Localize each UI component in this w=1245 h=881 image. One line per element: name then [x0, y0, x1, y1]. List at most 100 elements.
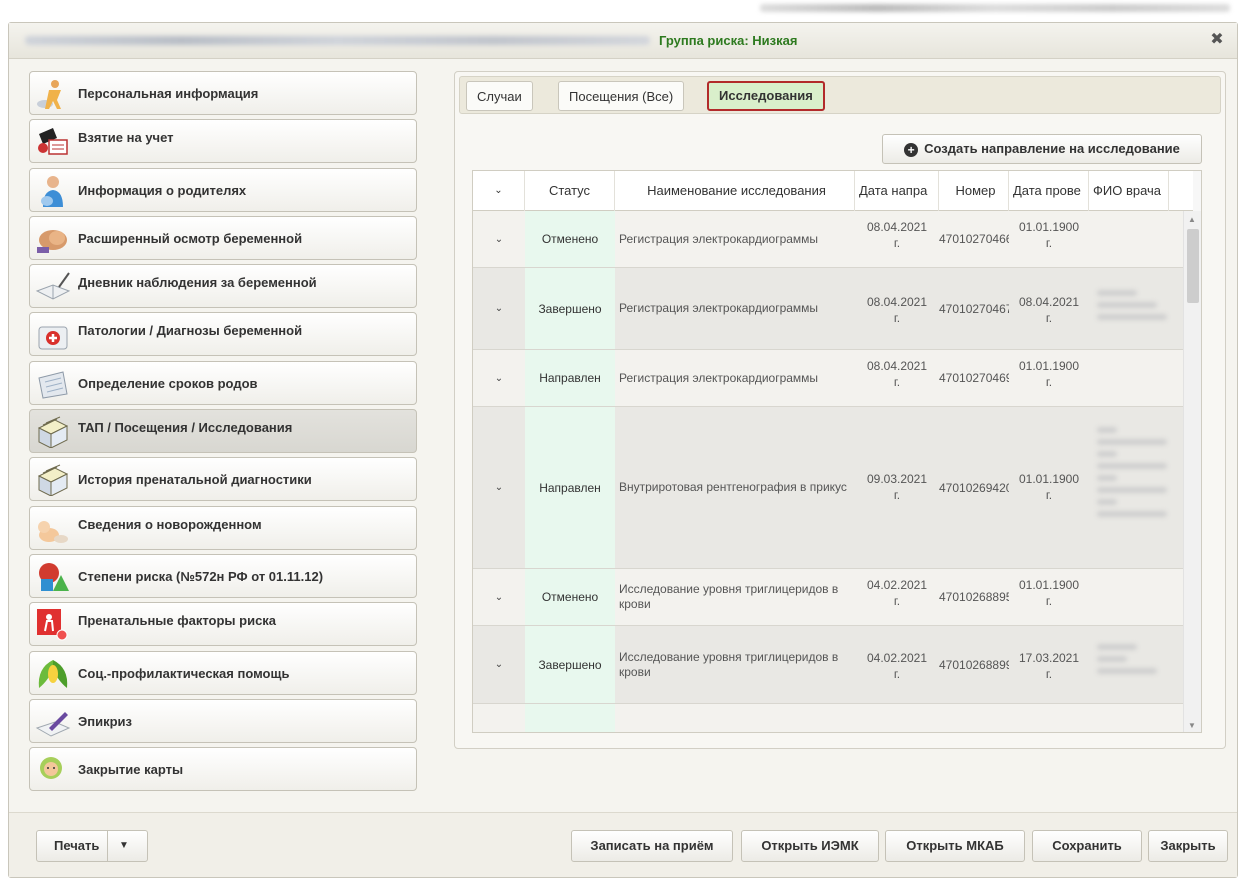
row-date-sent-suffix: г.	[893, 594, 901, 608]
tab-cases[interactable]: Случаи	[466, 81, 533, 111]
menu-item-close-card[interactable]: Закрытие карты	[29, 747, 417, 792]
pregnancy-card-dialog: Группа риска: Низкая ✖ Персональная инфо…	[8, 22, 1238, 878]
person-walking-icon	[37, 80, 61, 109]
menu-item-label: Расширенный осмотр беременной	[78, 230, 303, 246]
scroll-up-icon[interactable]: ▲	[1188, 215, 1196, 224]
menu-item-parents-info[interactable]: Информация о родителях	[29, 167, 417, 212]
menu-item-prenatal-risk-factors[interactable]: Пренатальные факторы риска	[29, 602, 417, 647]
create-research-referral-label: Создать направление на исследование	[924, 141, 1180, 156]
row-date-done-value: 01.01.1900	[1018, 220, 1080, 234]
menu-item-social-help[interactable]: Соц.-профилактическая помощь	[29, 650, 417, 695]
menu-item-label: Информация о родителях	[78, 182, 247, 198]
menu-item-pathologies[interactable]: Патологии / Диагнозы беременной	[29, 312, 417, 357]
expand-all-icon[interactable]: ⌄	[473, 171, 525, 211]
expand-row-icon[interactable]: ⌄	[473, 268, 525, 349]
menu-item-risk-degrees[interactable]: Степени риска (№572н РФ от 01.11.12)	[29, 553, 417, 598]
menu-item-label: Персональная информация	[78, 86, 259, 101]
row-date-done: 01.01.1900 г.	[1009, 350, 1089, 406]
expand-row-icon[interactable]: ⌄	[473, 407, 525, 568]
row-date-sent-value: 08.04.2021	[866, 220, 928, 234]
table-row[interactable]: ⌄ Отменено Регистрация электрокардиограм…	[473, 211, 1185, 268]
row-doctor-blurred	[1093, 626, 1183, 703]
menu-item-diary[interactable]: Дневник наблюдения за беременной	[29, 264, 417, 309]
menu-item-newborn[interactable]: Сведения о новорожденном	[29, 505, 417, 550]
row-date-done-suffix: г.	[1045, 375, 1053, 389]
table-row[interactable]: ⌄ Отменено Исследование уровня триглицер…	[473, 569, 1185, 626]
menu-item-epicrisis[interactable]: Эпикриз	[29, 698, 417, 743]
registration-icon	[38, 128, 68, 156]
grid-header: ⌄ Статус Наименование исследования Дата …	[473, 171, 1193, 211]
row-research-name: Исследование уровня триглицеридов в кров…	[619, 649, 839, 679]
row-date-done-value: 01.01.1900	[1018, 578, 1080, 592]
expand-row-icon[interactable]: ⌄	[473, 350, 525, 406]
menu-item-due-date[interactable]: Определение сроков родов	[29, 360, 417, 405]
menu-item-label: Определение сроков родов	[78, 375, 258, 391]
open-mkab-button[interactable]: Открыть МКАБ	[885, 830, 1025, 862]
column-header-date-sent[interactable]: Дата напра	[855, 171, 939, 211]
table-row-empty	[473, 704, 1185, 732]
row-number: 47010270469	[939, 371, 1009, 385]
row-number: 47010270466	[939, 232, 1009, 246]
expand-row-icon[interactable]: ⌄	[473, 569, 525, 625]
row-research-name: Исследование уровня триглицеридов в кров…	[619, 582, 839, 611]
grid-vertical-scrollbar[interactable]: ▲ ▼	[1183, 211, 1201, 732]
menu-item-registration[interactable]: Взятие на учет	[29, 119, 417, 164]
scroll-down-icon[interactable]: ▼	[1188, 721, 1196, 730]
print-button-label: Печать	[54, 838, 100, 853]
row-number: 47010270467	[939, 301, 1009, 316]
close-button[interactable]: Закрыть	[1148, 830, 1228, 862]
row-date-done-suffix: г.	[1045, 488, 1053, 502]
menu-item-label: История пренатальной диагностики	[78, 472, 312, 488]
risk-shapes-icon	[39, 562, 69, 591]
content-panel: Случаи Посещения (Все) Исследования + Соз…	[454, 71, 1226, 749]
row-research-name: Регистрация электрокардиограммы	[619, 370, 819, 385]
row-research-name: Внутриротовая рентгенография в прикус	[619, 480, 847, 494]
expand-row-icon[interactable]: ⌄	[473, 211, 525, 267]
top-strip	[0, 0, 1245, 22]
row-date-sent-value: 04.02.2021	[866, 651, 928, 665]
row-date-sent-suffix: г.	[893, 236, 901, 250]
print-button[interactable]: Печать ▼	[36, 830, 148, 862]
create-research-referral-button[interactable]: + Создать направление на исследование	[882, 134, 1202, 164]
scrollbar-thumb[interactable]	[1187, 229, 1199, 303]
tab-visits[interactable]: Посещения (Все)	[558, 81, 685, 111]
menu-item-tap-visits-research[interactable]: ТАП / Посещения / Исследования	[29, 409, 417, 454]
row-status: Отменено	[525, 569, 615, 625]
menu-item-extended-exam[interactable]: Расширенный осмотр беременной	[29, 215, 417, 260]
row-date-done-value: 17.03.2021	[1018, 651, 1080, 665]
menu-item-label: Закрытие карты	[78, 762, 184, 778]
menu-item-prenatal-history[interactable]: История пренатальной диагностики	[29, 457, 417, 502]
row-research-name: Регистрация электрокардиограммы	[619, 231, 819, 246]
table-row[interactable]: ⌄ Направлен Внутриротовая рентгенография…	[473, 407, 1185, 569]
row-date-done-value: 01.01.1900	[1018, 359, 1080, 373]
row-date-done: 17.03.2021 г.	[1009, 626, 1089, 703]
expand-row-icon[interactable]: ⌄	[473, 626, 525, 703]
open-iemk-button[interactable]: Открыть ИЭМК	[741, 830, 879, 862]
baby-face-icon	[40, 757, 62, 780]
row-date-done-suffix: г.	[1045, 594, 1053, 608]
table-row[interactable]: ⌄ Завершено Исследование уровня триглице…	[473, 626, 1185, 704]
newborn-icon	[38, 520, 68, 543]
tab-bar: Случаи Посещения (Все) Исследования	[459, 76, 1221, 114]
diary-icon	[35, 272, 71, 300]
risk-factor-icon	[37, 609, 68, 641]
column-header-number[interactable]: Номер	[939, 171, 1009, 211]
save-button[interactable]: Сохранить	[1032, 830, 1142, 862]
table-row[interactable]: ⌄ Завершено Регистрация электрокардиогра…	[473, 268, 1185, 350]
row-date-sent: 08.04.2021 г.	[855, 350, 939, 406]
tab-research[interactable]: Исследования	[707, 81, 825, 111]
row-research-name: Регистрация электрокардиограммы	[619, 301, 819, 315]
close-icon[interactable]: ✖	[1207, 30, 1227, 50]
section-menu: Персональная информация Взятие на учет И…	[29, 71, 417, 795]
column-header-name[interactable]: Наименование исследования	[615, 171, 855, 211]
row-date-done: 01.01.1900 г.	[1009, 569, 1089, 625]
column-header-doctor[interactable]: ФИО врача	[1089, 171, 1169, 211]
table-row[interactable]: ⌄ Направлен Регистрация электрокардиогра…	[473, 350, 1185, 407]
appointment-button[interactable]: Записать на приём	[571, 830, 733, 862]
column-header-status[interactable]: Статус	[525, 171, 615, 211]
column-header-date-done[interactable]: Дата прове	[1009, 171, 1089, 211]
menu-item-personal-info[interactable]: Персональная информация	[29, 71, 417, 115]
file-cabinet-icon	[37, 416, 69, 449]
chevron-down-icon[interactable]: ▼	[119, 831, 129, 861]
row-date-sent-suffix: г.	[893, 667, 901, 681]
